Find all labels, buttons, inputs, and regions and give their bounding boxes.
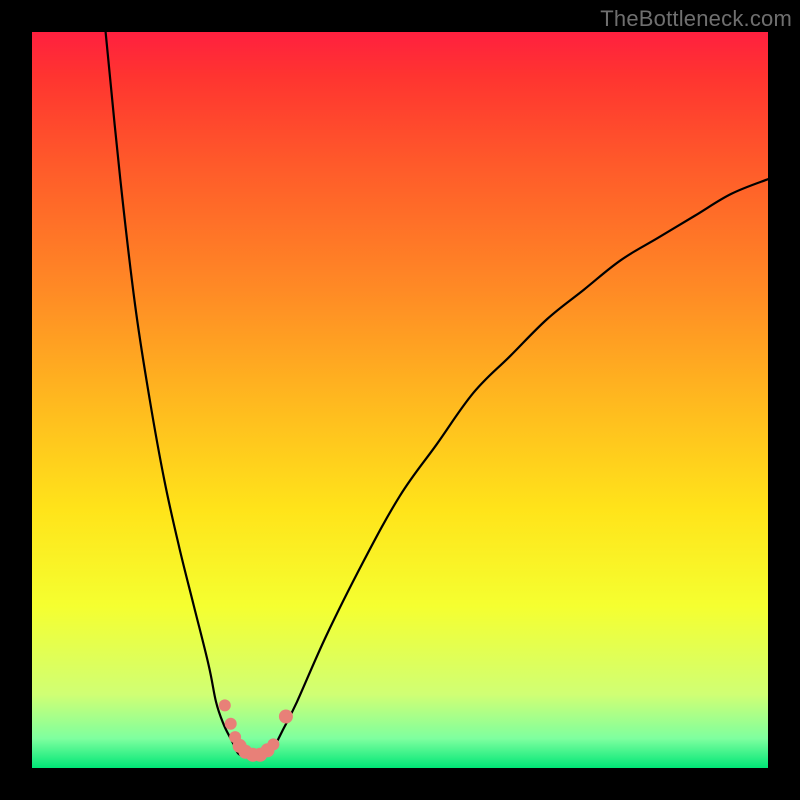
marker-dot	[219, 699, 231, 711]
bottleneck-curve	[106, 32, 768, 757]
marker-dot	[279, 710, 293, 724]
marker-dot	[225, 718, 237, 730]
outer-frame: TheBottleneck.com	[0, 0, 800, 800]
curve-svg	[32, 32, 768, 768]
watermark-text: TheBottleneck.com	[600, 6, 792, 32]
plot-area	[32, 32, 768, 768]
marker-dot	[267, 738, 279, 750]
